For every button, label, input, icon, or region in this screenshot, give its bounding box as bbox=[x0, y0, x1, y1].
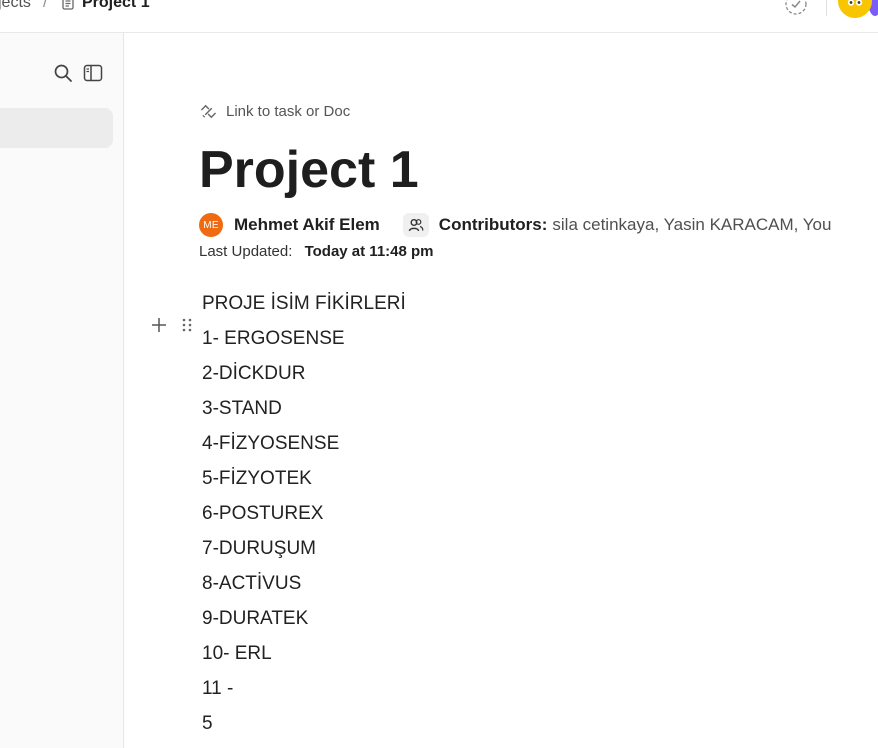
content-line[interactable]: 3-STAND bbox=[202, 391, 406, 426]
sidebar bbox=[0, 33, 124, 748]
breadcrumb-parent[interactable]: jects bbox=[0, 0, 31, 12]
page-title[interactable]: Project 1 bbox=[199, 138, 419, 202]
add-block-icon[interactable] bbox=[150, 316, 168, 334]
content-line[interactable]: 7-DURUŞUM bbox=[202, 531, 406, 566]
content-line[interactable]: 6-POSTUREX bbox=[202, 496, 406, 531]
author-avatar[interactable]: ME bbox=[199, 213, 223, 237]
top-divider bbox=[826, 0, 827, 16]
status-circle-icon[interactable] bbox=[784, 0, 808, 16]
last-updated-label: Last Updated: bbox=[199, 243, 293, 260]
document-icon bbox=[62, 0, 74, 10]
doc-meta-row: ME Mehmet Akif Elem Contributors: sila c… bbox=[199, 212, 831, 238]
contributors-label: Contributors: bbox=[438, 215, 548, 234]
content-line[interactable]: 8-ACTİVUS bbox=[202, 566, 406, 601]
link-to-task-button[interactable]: Link to task or Doc bbox=[199, 102, 350, 121]
content-line[interactable]: 2-DİCKDUR bbox=[202, 356, 406, 391]
sidebar-panel-icon[interactable] bbox=[83, 64, 103, 82]
link-icon bbox=[201, 104, 216, 119]
content-line[interactable]: PROJE İSİM FİKİRLERİ bbox=[202, 286, 406, 321]
drag-handle-icon[interactable] bbox=[181, 317, 193, 333]
link-to-task-label: Link to task or Doc bbox=[226, 103, 351, 120]
content-line[interactable]: 4-FİZYOSENSE bbox=[202, 426, 406, 461]
breadcrumb-separator: / bbox=[43, 0, 48, 11]
last-updated: Last Updated: Today at 11:48 pm bbox=[199, 243, 434, 260]
author-name[interactable]: Mehmet Akif Elem bbox=[234, 215, 380, 235]
avatar-icon[interactable] bbox=[838, 0, 872, 18]
breadcrumb-current[interactable]: Project 1 bbox=[82, 0, 150, 12]
content-line[interactable]: 10- ERL bbox=[202, 636, 406, 671]
content-line[interactable]: 5 bbox=[202, 706, 406, 741]
sidebar-item-active[interactable] bbox=[0, 108, 113, 148]
content-line[interactable]: 1- ERGOSENSE bbox=[202, 321, 406, 356]
contributors-icon[interactable] bbox=[402, 213, 429, 237]
contributors-list[interactable]: sila cetinkaya, Yasin KARACAM, You bbox=[552, 215, 831, 235]
search-icon[interactable] bbox=[53, 63, 73, 83]
content-line[interactable]: 5-FİZYOTEK bbox=[202, 461, 406, 496]
doc-content[interactable]: PROJE İSİM FİKİRLERİ 1- ERGOSENSE 2-DİCK… bbox=[202, 286, 406, 741]
top-bar: jects / Project 1 bbox=[0, 0, 878, 33]
content-line[interactable]: 11 - bbox=[202, 671, 406, 706]
last-updated-value: Today at 11:48 pm bbox=[304, 243, 434, 260]
content-line[interactable]: 9-DURATEK bbox=[202, 601, 406, 636]
